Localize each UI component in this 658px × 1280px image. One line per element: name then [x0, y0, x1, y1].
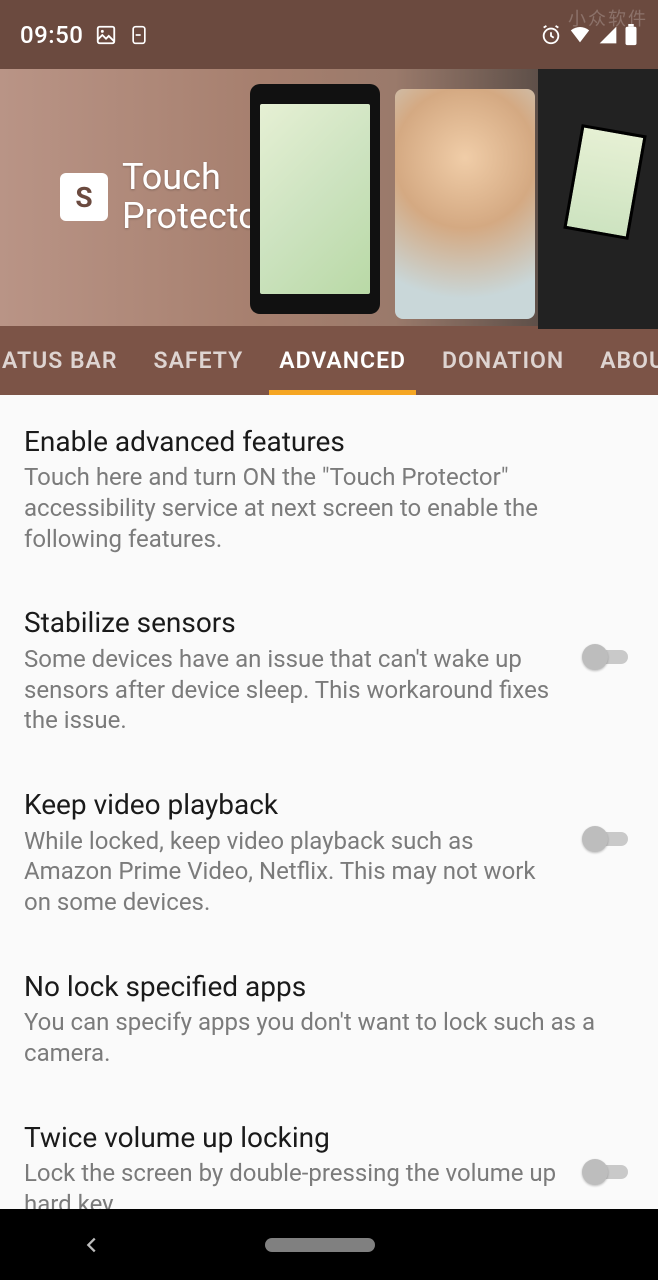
- setting-no-lock-apps[interactable]: No lock specified apps You can specify a…: [24, 970, 634, 1069]
- battery-icon: [624, 24, 638, 46]
- android-status-bar: 09:50 小众软件: [0, 0, 658, 69]
- setting-description: Touch here and turn ON the "Touch Protec…: [24, 462, 634, 554]
- setting-title: Enable advanced features: [24, 425, 634, 459]
- toggle-stabilize-sensors[interactable]: [582, 642, 634, 672]
- app-title: Touch Protector: [122, 158, 271, 237]
- setting-title: Keep video playback: [24, 788, 564, 822]
- setting-title: No lock specified apps: [24, 970, 634, 1004]
- setting-description: Some devices have an issue that can't wa…: [24, 644, 564, 736]
- app-notification-icon: [129, 24, 149, 46]
- setting-stabilize-sensors[interactable]: Stabilize sensors Some devices have an i…: [24, 606, 634, 736]
- clock-text: 09:50: [20, 21, 83, 49]
- header-pocket-illustration: [538, 69, 658, 329]
- setting-description: Lock the screen by double-pressing the v…: [24, 1158, 564, 1209]
- alarm-icon: [540, 24, 562, 46]
- toggle-keep-video[interactable]: [582, 824, 634, 854]
- signal-icon: [598, 25, 618, 45]
- wifi-icon: [568, 24, 592, 46]
- toggle-twice-volume-up[interactable]: [582, 1157, 634, 1187]
- setting-title: Stabilize sensors: [24, 606, 564, 640]
- setting-title: Twice volume up locking: [24, 1121, 564, 1155]
- app-header-banner: S Touch Protector: [0, 69, 658, 325]
- android-nav-bar: [0, 1209, 658, 1280]
- header-phone-illustration: [250, 84, 380, 314]
- tab-safety[interactable]: SAFETY: [136, 326, 262, 395]
- setting-enable-advanced[interactable]: Enable advanced features Touch here and …: [24, 425, 634, 555]
- nav-back-icon[interactable]: [81, 1234, 103, 1256]
- tab-bar: ATUS BAR SAFETY ADVANCED DONATION ABOUT: [0, 326, 658, 395]
- nav-home-pill[interactable]: [265, 1238, 375, 1252]
- setting-twice-volume-up[interactable]: Twice volume up locking Lock the screen …: [24, 1121, 634, 1209]
- setting-keep-video-playback[interactable]: Keep video playback While locked, keep v…: [24, 788, 634, 918]
- setting-description: You can specify apps you don't want to l…: [24, 1007, 634, 1068]
- settings-list: Enable advanced features Touch here and …: [0, 395, 658, 1209]
- tab-status-bar[interactable]: ATUS BAR: [0, 326, 136, 395]
- setting-description: While locked, keep video playback such a…: [24, 826, 564, 918]
- tab-donation[interactable]: DONATION: [424, 326, 582, 395]
- app-logo-icon: S: [60, 173, 108, 221]
- tab-advanced[interactable]: ADVANCED: [261, 326, 424, 395]
- image-notification-icon: [95, 24, 117, 46]
- header-baby-illustration: [395, 89, 535, 319]
- tab-about[interactable]: ABOUT: [582, 326, 658, 395]
